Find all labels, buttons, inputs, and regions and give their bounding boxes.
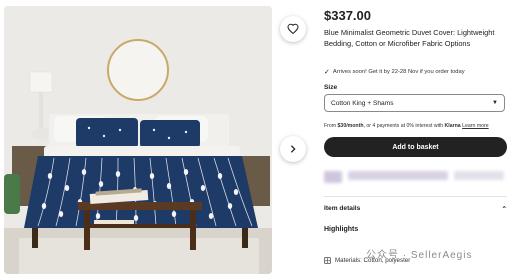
finance-prefix: From (324, 123, 338, 129)
size-label: Size (324, 84, 338, 91)
fabric-icon (324, 257, 331, 264)
blurred-block (324, 171, 342, 183)
learn-more-link[interactable]: Learn more (462, 123, 489, 129)
check-icon: ✓ (324, 69, 330, 76)
add-to-basket-button[interactable]: Add to basket (324, 137, 507, 157)
arrival-text: Arrives soon! Get it by 22-28 Nov if you… (332, 69, 465, 75)
item-details-toggle[interactable]: Item details ⌃ (324, 205, 507, 213)
next-image-button[interactable] (280, 136, 306, 162)
bedroom-scene-image (4, 6, 272, 274)
product-photo[interactable] (4, 6, 272, 274)
blurred-block (348, 171, 448, 180)
klarna-logo: Klarna (444, 123, 461, 129)
item-details-heading: Item details (324, 205, 361, 212)
chevron-up-icon: ⌃ (501, 206, 507, 213)
size-select-value: Cotton King + Shams (331, 99, 394, 107)
section-divider (324, 196, 507, 197)
product-title: Blue Minimalist Geometric Duvet Cover: L… (324, 28, 495, 48)
blurred-block (454, 171, 504, 180)
heart-icon (287, 23, 299, 35)
product-price: $337.00 (324, 8, 371, 23)
arrival-notice: ✓ Arrives soon! Get it by 22-28 Nov if y… (324, 68, 465, 76)
finance-amount: $30/month (337, 123, 364, 129)
chevron-right-icon (290, 145, 296, 153)
caret-down-icon: ▼ (492, 100, 498, 106)
size-select[interactable]: Cotton King + Shams ▼ (324, 94, 505, 112)
watermark: 公众号 · SellerAegis (366, 250, 473, 261)
highlights-heading: Highlights (324, 226, 359, 233)
favorite-button[interactable] (280, 16, 306, 42)
product-gallery (4, 6, 306, 274)
financing-note: From $30/month, or 4 payments at 0% inte… (324, 123, 514, 129)
blurred-promo-row (324, 167, 507, 185)
finance-mid: , or 4 payments at 0% interest with (363, 123, 445, 129)
